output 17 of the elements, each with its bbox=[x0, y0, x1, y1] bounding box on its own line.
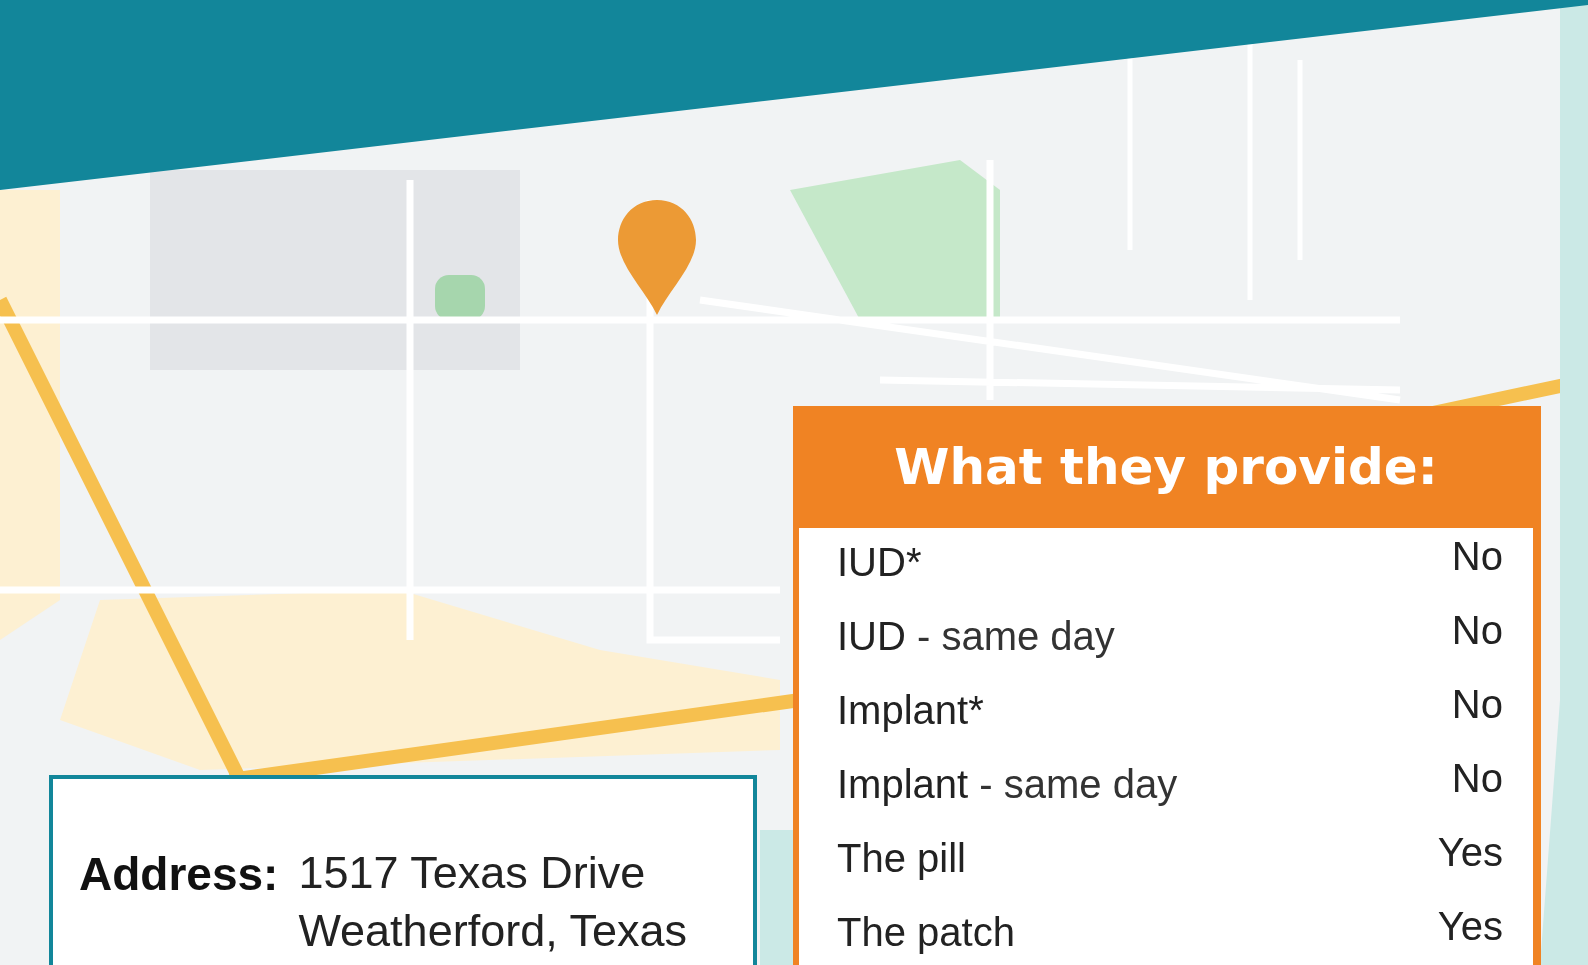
method-label: The patch bbox=[837, 910, 1015, 954]
location-pin-icon bbox=[618, 200, 696, 315]
method-label: The pill bbox=[837, 836, 966, 880]
method-label: IUD - same day bbox=[837, 614, 1115, 658]
method-label: Implant - same day bbox=[837, 762, 1178, 806]
card-title: What they provide: bbox=[893, 437, 1439, 498]
availability-value: Yes bbox=[1437, 830, 1503, 875]
method-label: IUD* bbox=[837, 540, 922, 584]
availability-value: No bbox=[1451, 534, 1503, 579]
availability-value: Yes bbox=[1437, 904, 1503, 949]
address-line: 1517 Texas Drive bbox=[298, 847, 647, 899]
address-line: Weatherford, Texas bbox=[298, 905, 687, 957]
availability-value: No bbox=[1451, 608, 1503, 653]
availability-value: No bbox=[1451, 682, 1503, 727]
address-label: Address: bbox=[79, 847, 279, 902]
method-label: Implant* bbox=[837, 688, 984, 732]
availability-value: No bbox=[1451, 756, 1503, 801]
